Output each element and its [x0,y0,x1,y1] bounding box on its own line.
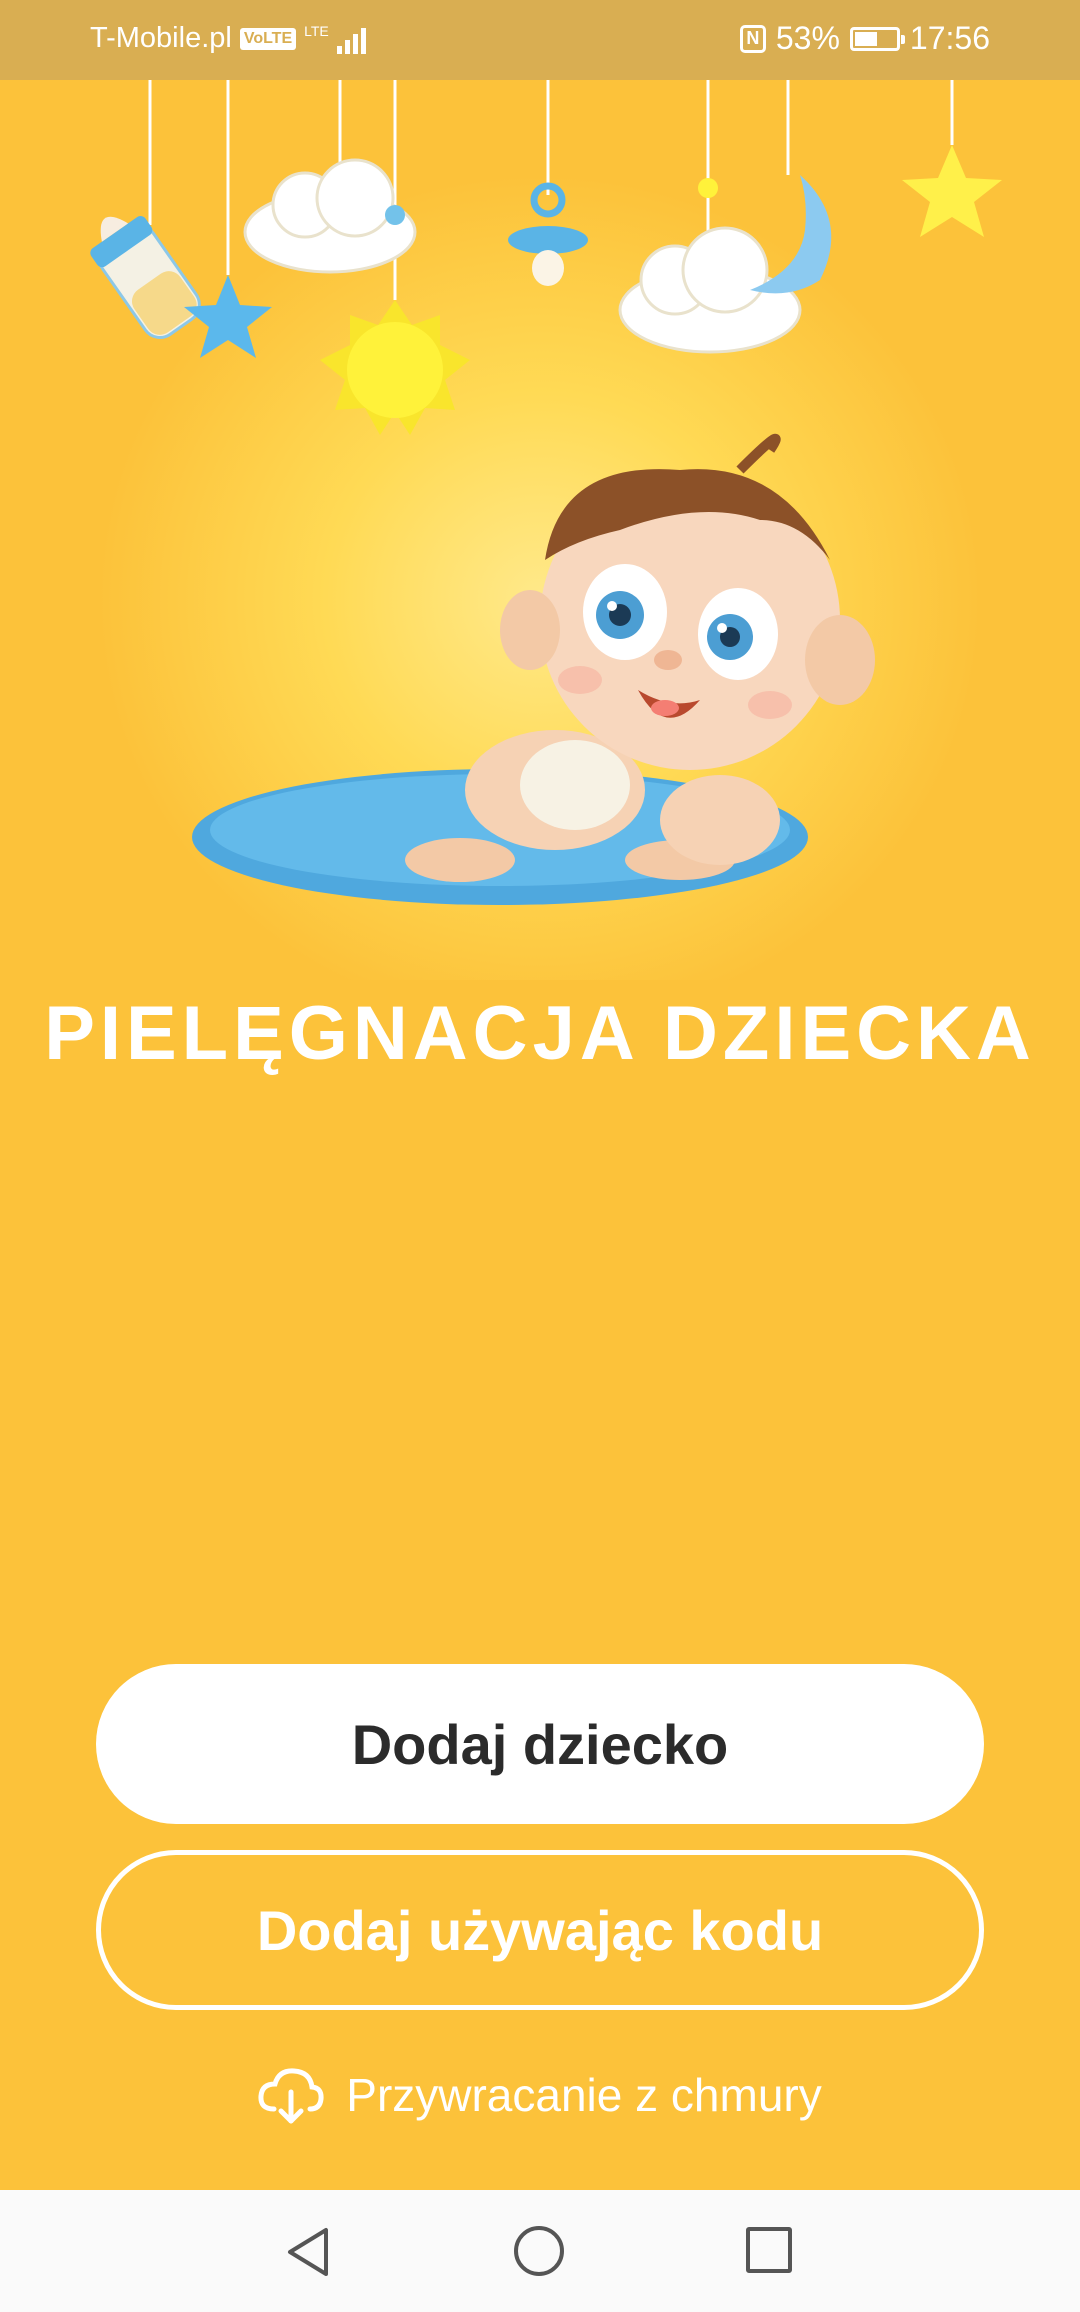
baby-mobile-illustration [90,80,1002,905]
status-right: N 53% 17:56 [739,20,990,57]
battery-percent: 53% [775,20,840,56]
battery-icon [849,26,905,51]
star-icon [184,275,272,358]
star-icon [902,145,1002,237]
lte-icon: LTE [304,22,329,39]
navigation-bar [0,2190,1080,2312]
bottle-icon [90,215,201,339]
restore-from-cloud-link[interactable]: Przywracanie z chmury [0,2060,1080,2130]
back-triangle-icon[interactable] [284,2226,334,2278]
nfc-icon: N [739,24,766,53]
hero-illustration [0,80,1080,980]
recent-square-icon[interactable] [746,2227,792,2273]
volte-icon: VoLTE [239,27,297,50]
add-child-button[interactable]: Dodaj dziecko [96,1664,984,1824]
pacifier-icon [508,182,588,286]
home-circle-icon[interactable] [514,2226,564,2276]
clock: 17:56 [909,20,990,56]
signal-icon [336,24,366,54]
add-with-code-button[interactable]: Dodaj używając kodu [96,1850,984,2010]
cloud-download-icon [258,2068,324,2124]
sun-icon [320,300,470,435]
status-bar: T-Mobile.pl VoLTE LTE N 53% 17:56 [0,0,1080,80]
app-title: PIELĘGNACJA DZIECKA [44,991,1036,1076]
restore-from-cloud-label: Przywracanie z chmury [346,2069,822,2121]
status-left: T-Mobile.pl VoLTE LTE [90,22,366,55]
carrier-name: T-Mobile.pl [90,22,232,54]
